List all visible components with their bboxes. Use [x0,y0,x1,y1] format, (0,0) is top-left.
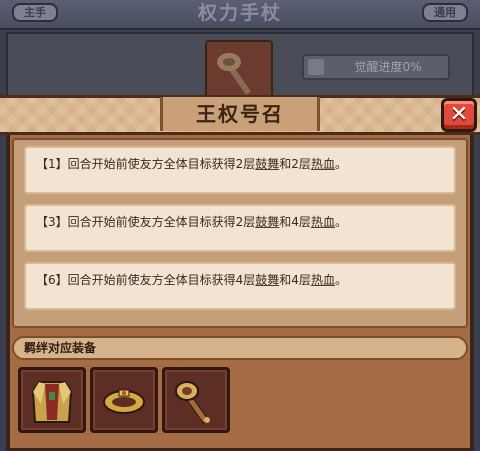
effect-text: 【3】回合开始前使友方全体目标获得2层鼓舞和4层热血。 [36,215,347,229]
effect-card: 【1】回合开始前使友方全体目标获得2层鼓舞和2层热血。 [24,146,456,194]
keyword-link[interactable]: 鼓舞 [255,157,279,171]
awaken-icon [308,59,324,75]
crown-ring-icon [103,389,145,414]
page-title: 权力手杖 [197,2,282,24]
effect-card: 【6】回合开始前使友方全体目标获得4层鼓舞和4层热血。 [24,262,456,310]
armor-cape-icon [31,381,73,423]
keyword-link[interactable]: 热血 [311,157,335,171]
tab-general[interactable]: 通用 [422,3,468,22]
item-icon-frame [205,40,273,102]
effect-card: 【3】回合开始前使友方全体目标获得2层鼓舞和4层热血。 [24,204,456,252]
awaken-progress-label: 觉醒进度0% [354,60,422,74]
keyword-link[interactable]: 热血 [311,215,335,229]
equipment-slot-armor[interactable] [18,367,86,433]
tab-main-hand[interactable]: 主手 [12,3,58,22]
equipment-slot-scepter[interactable] [162,367,230,433]
keyword-link[interactable]: 鼓舞 [255,273,279,287]
bond-section-title: 羁绊对应装备 [24,341,97,355]
keyword-link[interactable]: 鼓舞 [255,215,279,229]
close-button[interactable]: ✕ [441,98,477,132]
equipment-slot-crown[interactable] [90,367,158,433]
scepter-icon [217,53,252,96]
keyword-link[interactable]: 热血 [311,273,335,287]
effects-panel: 【1】回合开始前使友方全体目标获得2层鼓舞和2层热血。 【3】回合开始前使友方全… [12,138,468,328]
effect-text: 【6】回合开始前使友方全体目标获得4层鼓舞和4层热血。 [36,273,347,287]
modal-title: 王权号召 [196,102,284,126]
effect-text: 【1】回合开始前使友方全体目标获得2层鼓舞和2层热血。 [36,157,347,171]
scepter-icon [175,381,210,424]
close-icon: ✕ [449,102,469,127]
bond-section-header: 羁绊对应装备 [12,336,468,360]
awaken-progress: 觉醒进度0% [302,54,450,80]
